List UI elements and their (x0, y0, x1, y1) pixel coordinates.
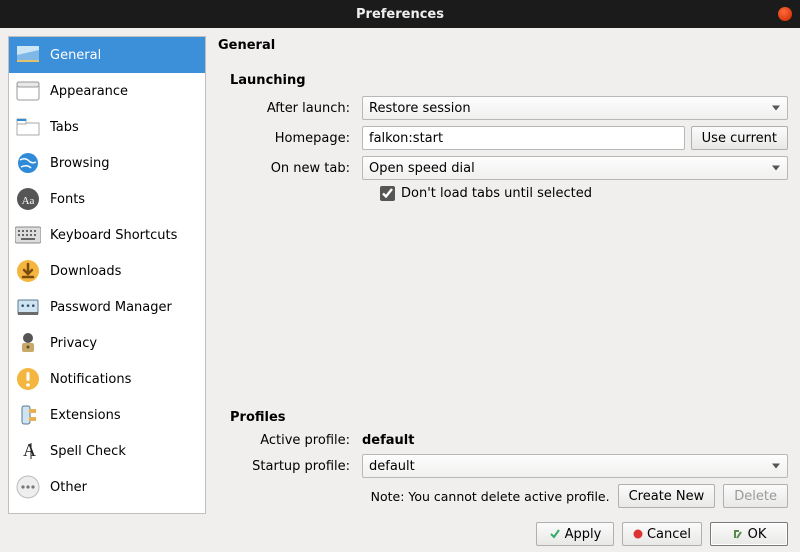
create-new-button[interactable]: Create New (618, 484, 716, 508)
startup-profile-select[interactable]: default (362, 454, 788, 478)
sidebar-item-label: Privacy (50, 336, 97, 351)
sidebar-item-notifications[interactable]: Notifications (9, 361, 205, 397)
active-profile-label: Active profile: (236, 433, 356, 448)
lazy-load-label: Don't load tabs until selected (401, 186, 592, 201)
sidebar-item-label: Spell Check (50, 444, 126, 459)
window-title: Preferences (356, 7, 444, 22)
after-launch-label: After launch: (236, 101, 356, 116)
sidebar-item-appearance[interactable]: Appearance (9, 73, 205, 109)
spellcheck-icon: A (15, 438, 41, 464)
sidebar: General Appearance Tabs Browsing (8, 36, 206, 514)
delete-button[interactable]: Delete (723, 484, 788, 508)
launching-title: Launching (230, 73, 788, 88)
sidebar-item-tabs[interactable]: Tabs (9, 109, 205, 145)
sidebar-item-browsing[interactable]: Browsing (9, 145, 205, 181)
startup-profile-label: Startup profile: (236, 459, 356, 474)
sidebar-item-label: Password Manager (50, 300, 172, 315)
svg-text:•••: ••• (20, 302, 36, 312)
ok-icon (732, 528, 744, 540)
profiles-note: Note: You cannot delete active profile. (371, 489, 610, 504)
sidebar-item-keyboard[interactable]: Keyboard Shortcuts (9, 217, 205, 253)
globe-icon (15, 150, 41, 176)
close-icon[interactable] (778, 7, 792, 21)
keyboard-icon (15, 222, 41, 248)
profiles-form: Active profile: default Startup profile:… (236, 433, 788, 508)
fonts-icon: Aa (15, 186, 41, 212)
sidebar-item-downloads[interactable]: Downloads (9, 253, 205, 289)
content-area: General Appearance Tabs Browsing (0, 28, 800, 522)
sidebar-item-label: General (50, 48, 101, 63)
privacy-icon (15, 330, 41, 356)
svg-text:Aa: Aa (22, 195, 35, 207)
cancel-icon (633, 529, 643, 539)
on-new-tab-select[interactable]: Open speed dial (362, 156, 788, 180)
notifications-icon (15, 366, 41, 392)
sidebar-item-other[interactable]: Other (9, 469, 205, 505)
active-profile-value: default (362, 433, 414, 448)
launching-form: After launch: Restore session Homepage: … (236, 96, 788, 201)
sidebar-item-password[interactable]: ••• Password Manager (9, 289, 205, 325)
sidebar-item-label: Fonts (50, 192, 85, 207)
other-icon (15, 474, 41, 500)
profiles-title: Profiles (230, 410, 788, 425)
use-current-button[interactable]: Use current (691, 126, 788, 150)
downloads-icon (15, 258, 41, 284)
sidebar-item-label: Browsing (50, 156, 109, 171)
sidebar-item-label: Keyboard Shortcuts (50, 228, 177, 243)
tabs-icon (15, 114, 41, 140)
appearance-icon (15, 78, 41, 104)
cancel-button[interactable]: Cancel (622, 522, 702, 546)
homepage-label: Homepage: (236, 131, 356, 146)
apply-button[interactable]: Apply (536, 522, 614, 546)
after-launch-select[interactable]: Restore session (362, 96, 788, 120)
svg-text:A: A (23, 440, 36, 460)
sidebar-item-label: Extensions (50, 408, 121, 423)
sidebar-item-label: Notifications (50, 372, 131, 387)
on-new-tab-label: On new tab: (236, 161, 356, 176)
password-icon: ••• (15, 294, 41, 320)
sidebar-wrap: General Appearance Tabs Browsing (0, 28, 212, 522)
check-icon (549, 528, 561, 540)
titlebar: Preferences (0, 0, 800, 28)
sidebar-item-label: Downloads (50, 264, 121, 279)
extensions-icon (15, 402, 41, 428)
sidebar-item-label: Tabs (50, 120, 79, 135)
sidebar-item-label: Appearance (50, 84, 128, 99)
dialog-footer: Apply Cancel OK (0, 522, 800, 552)
sidebar-item-spellcheck[interactable]: A Spell Check (9, 433, 205, 469)
sidebar-item-fonts[interactable]: Aa Fonts (9, 181, 205, 217)
general-icon (15, 42, 41, 68)
homepage-input[interactable] (362, 126, 685, 150)
lazy-load-checkbox[interactable] (380, 186, 395, 201)
sidebar-item-label: Other (50, 480, 87, 495)
page-title: General (218, 38, 788, 53)
main-panel: General Launching After launch: Restore … (212, 28, 800, 522)
sidebar-item-privacy[interactable]: Privacy (9, 325, 205, 361)
sidebar-item-general[interactable]: General (9, 37, 205, 73)
ok-button[interactable]: OK (710, 522, 788, 546)
sidebar-item-extensions[interactable]: Extensions (9, 397, 205, 433)
